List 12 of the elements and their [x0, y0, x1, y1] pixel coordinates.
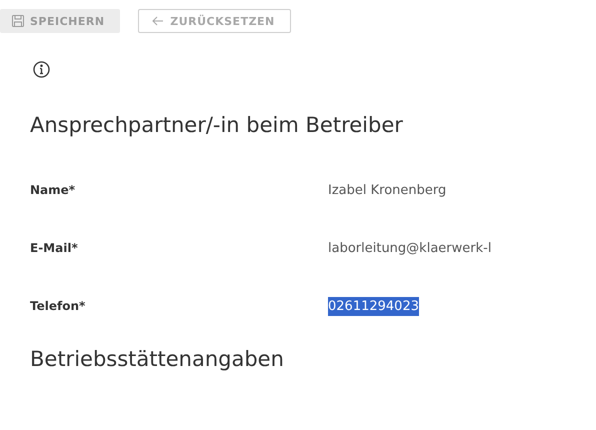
field-label: Name* — [29, 183, 76, 197]
save-icon — [12, 15, 24, 27]
field-value: laborleitung@klaerwerk-l — [328, 240, 492, 258]
field-value: Izabel Kronenberg — [328, 182, 446, 200]
field-label: Telefon* — [29, 299, 86, 313]
section-heading: Betriebsstättenangaben — [29, 347, 285, 371]
field-value: 02611294023 — [328, 296, 419, 316]
section-heading: Ansprechpartner/-in beim Betreiber — [29, 113, 404, 137]
reset-button[interactable]: ZURÜCKSETZEN — [138, 9, 291, 33]
field-label: E-Mail* — [29, 241, 79, 255]
arrow-left-icon — [152, 16, 164, 26]
info-icon[interactable] — [33, 61, 50, 78]
